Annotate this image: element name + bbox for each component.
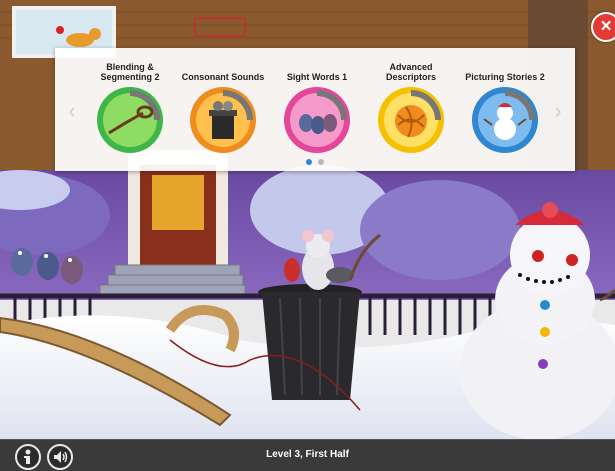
snowman-icon — [472, 87, 538, 153]
carousel-dot-2[interactable] — [318, 159, 324, 165]
bottom-bar: Level 3, First Half — [0, 439, 615, 471]
lasso-rope-icon — [97, 87, 163, 153]
carousel-dot-1-active[interactable] — [306, 159, 312, 165]
activity-sight-words-1[interactable]: Sight Words 1 — [269, 54, 365, 154]
close-icon: × — [600, 16, 612, 37]
activity-label: Consonant Sounds — [181, 72, 265, 82]
porch-stairs — [99, 264, 246, 296]
activity-label: Sight Words 1 — [286, 72, 348, 82]
trash-can — [258, 284, 362, 400]
activity-label: Advanced Descriptors — [385, 62, 437, 82]
chevron-left-icon[interactable]: ‹ — [65, 100, 79, 122]
activity-label: Picturing Stories 2 — [465, 72, 545, 82]
level-label: Level 3, First Half — [266, 449, 349, 460]
yarn-ball-icon — [378, 87, 444, 153]
trash-can-icon — [190, 87, 256, 153]
pigeons-icon — [284, 87, 350, 153]
activity-blending-segmenting-2[interactable]: Blending & Segmenting 2 — [82, 54, 178, 154]
game-window: ‹ › Blending & Segmenting 2 Consonant So… — [0, 0, 615, 471]
chevron-right-icon[interactable]: › — [551, 100, 565, 122]
activity-carousel: ‹ › Blending & Segmenting 2 Consonant So… — [55, 48, 575, 171]
door-window — [152, 175, 204, 230]
activity-label: Blending & Segmenting 2 — [100, 62, 160, 82]
activity-consonant-sounds[interactable]: Consonant Sounds — [175, 54, 271, 154]
activity-advanced-descriptors[interactable]: Advanced Descriptors — [363, 54, 459, 154]
close-button[interactable]: × — [591, 12, 615, 42]
bush-right — [360, 180, 520, 280]
activity-picturing-stories-2[interactable]: Picturing Stories 2 — [457, 54, 553, 154]
